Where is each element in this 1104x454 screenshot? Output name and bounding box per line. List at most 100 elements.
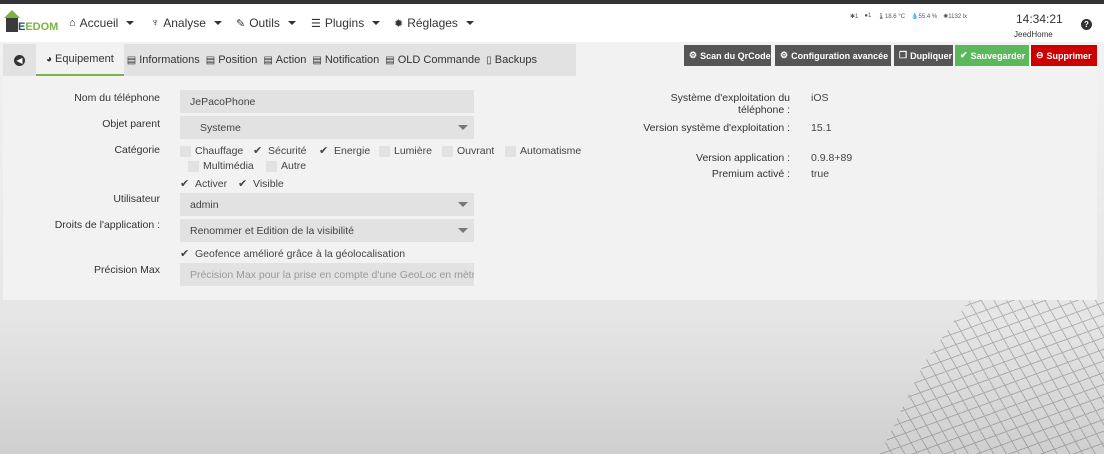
checkbox[interactable] xyxy=(188,160,199,172)
checkbox-label: Ouvrant xyxy=(457,145,495,157)
category-autre[interactable]: Autre xyxy=(266,160,306,172)
category-automatisme[interactable]: Automatisme xyxy=(505,145,581,157)
menu-label: Réglages xyxy=(407,16,458,30)
motion-icon: ✱1 xyxy=(850,14,859,20)
check-circle-icon: ✔ xyxy=(960,50,968,60)
name-input[interactable]: JePacoPhone xyxy=(180,90,474,113)
list-alt-icon: ▤ xyxy=(263,54,273,66)
precision-label: Précision Max xyxy=(94,264,160,276)
menu-label: Analyse xyxy=(163,16,206,30)
category-lumiere[interactable]: Lumière xyxy=(379,145,432,157)
category-label: Catégorie xyxy=(114,144,160,156)
clock: 14:34:21 xyxy=(1016,12,1063,26)
checkbox[interactable] xyxy=(505,145,516,157)
category-multimedia[interactable]: Multimédia xyxy=(188,160,254,172)
tab-label: Position xyxy=(218,54,258,66)
premium-label: Premium activé : xyxy=(711,168,790,180)
checkbox-label: Autre xyxy=(281,160,307,172)
menu-analyse[interactable]: ♆ Analyse xyxy=(151,4,222,42)
category-energie[interactable]: ✔ Energie xyxy=(319,145,370,157)
checkbox-label: Geofence amélioré grâce à la géolocalisa… xyxy=(195,248,406,260)
button-label: Dupliquer xyxy=(910,50,953,61)
cogs-icon: ⚙ xyxy=(689,50,698,60)
tab-label: Action xyxy=(275,54,307,66)
tab-old-commande[interactable]: ▤ OLD Commande xyxy=(382,44,483,76)
menu-accueil[interactable]: ⌂ Accueil xyxy=(69,4,135,42)
app-version-label: Version application : xyxy=(696,152,790,164)
humidity-icon: 💧55.4 % xyxy=(911,14,938,20)
check-icon[interactable]: ✔ xyxy=(253,145,264,157)
parent-label: Objet parent xyxy=(102,118,160,130)
home-icon: ⌂ xyxy=(69,17,76,29)
list-alt-icon: ▤ xyxy=(385,54,395,66)
delete-button[interactable]: ⊖ Supprimer xyxy=(1031,45,1097,66)
copy-icon: ❐ xyxy=(899,50,908,60)
checkbox[interactable] xyxy=(266,160,277,172)
parent-select[interactable]: Systeme xyxy=(180,116,474,139)
checkbox-label: Sécurité xyxy=(268,145,307,157)
menu-outils[interactable]: ✎ Outils xyxy=(236,4,296,42)
help-icon[interactable]: ? xyxy=(1081,19,1092,30)
arrow-left-icon: ◀ xyxy=(14,54,25,66)
tab-backups[interactable]: ▯ Backups xyxy=(483,44,540,76)
tab-bar: ◀ ◕ Equipement ▤ Informations ▤ Position ▤ A… xyxy=(3,44,576,76)
os-version-value: 15.1 xyxy=(811,122,832,134)
tab-equipement[interactable]: ◕ Equipement xyxy=(36,44,124,76)
scan-qrcode-button[interactable]: ⚙ Scan du QrCode xyxy=(684,45,771,66)
list-alt-icon: ▤ xyxy=(312,54,322,66)
tab-position[interactable]: ▤ Position xyxy=(203,44,261,76)
os-label: Système d'exploitation du téléphone : xyxy=(670,92,790,116)
back-button[interactable]: ◀ xyxy=(3,44,36,76)
check-icon[interactable]: ✔ xyxy=(319,145,330,157)
tab-action[interactable]: ▤ Action xyxy=(260,44,309,76)
os-version-label: Version système d'exploitation : xyxy=(643,122,790,134)
geofence-checkbox[interactable]: ✔ Geofence amélioré grâce à la géolocalis… xyxy=(180,248,405,260)
precision-input[interactable]: Précision Max pour la prise en compte d'… xyxy=(180,263,474,286)
checkbox[interactable] xyxy=(379,145,390,157)
tab-notification[interactable]: ▤ Notification xyxy=(309,44,382,76)
tab-informations[interactable]: ▤ Informations xyxy=(124,44,203,76)
user-label: Utilisateur xyxy=(113,193,160,205)
tab-label: Backups xyxy=(494,54,537,66)
checkbox-label: Activer xyxy=(195,178,228,190)
advanced-config-button[interactable]: ⚙ Configuration avancée xyxy=(775,45,891,66)
navbar: EEDOM ⌂ Accueil ♆ Analyse ✎ Outils ☰ Plugins… xyxy=(0,4,1104,42)
category-securite[interactable]: ✔ Sécurité xyxy=(253,145,307,157)
menu-label: Plugins xyxy=(324,16,365,30)
menu-label: Outils xyxy=(249,16,280,30)
checkbox-label: Multimédia xyxy=(203,160,254,172)
visible-checkbox[interactable]: ✔ Visible xyxy=(238,178,284,190)
checkbox[interactable] xyxy=(442,145,453,157)
tab-label: Equipement xyxy=(55,53,114,65)
activate-checkbox[interactable]: ✔ Activer xyxy=(180,178,227,190)
wrench-icon: ✎ xyxy=(236,17,246,30)
minus-circle-icon: ⊖ xyxy=(1036,50,1044,60)
duplicate-button[interactable]: ❐ Dupliquer xyxy=(894,45,953,66)
file-icon: ▯ xyxy=(486,54,492,66)
category-ouvrant[interactable]: Ouvrant xyxy=(442,145,494,157)
check-icon[interactable]: ✔ xyxy=(180,178,191,190)
tab-label: Notification xyxy=(324,54,380,66)
checkbox-label: Automatisme xyxy=(520,145,582,157)
checkbox[interactable] xyxy=(180,145,191,157)
menu-reglages[interactable]: ✹ Réglages xyxy=(394,4,474,42)
jeedom-logo[interactable]: EEDOM xyxy=(4,10,58,36)
button-label: Scan du QrCode xyxy=(700,50,771,61)
stethoscope-icon: ♆ xyxy=(151,17,160,29)
list-icon: ☰ xyxy=(311,17,321,30)
tab-label: OLD Commande xyxy=(397,54,481,66)
thermometer-icon: 🌡18.6 °C xyxy=(877,14,906,20)
check-icon[interactable]: ✔ xyxy=(180,248,191,260)
luminosity-icon: ✺1132 lx xyxy=(943,14,968,20)
save-button[interactable]: ✔ Sauvegarder xyxy=(955,45,1029,66)
user-select[interactable]: admin xyxy=(180,193,474,216)
hostname: JeedHome xyxy=(1014,30,1053,39)
check-icon[interactable]: ✔ xyxy=(238,178,249,190)
menu-plugins[interactable]: ☰ Plugins xyxy=(311,4,381,42)
gear-icon: ✹ xyxy=(394,17,404,30)
cogs-icon: ⚙ xyxy=(780,50,789,60)
checkbox-label: Chauffage xyxy=(195,145,244,157)
name-label: Nom du téléphone xyxy=(74,92,160,104)
category-chauffage[interactable]: Chauffage xyxy=(180,145,243,157)
rights-select[interactable]: Renommer et Edition de la visibilité xyxy=(180,219,474,242)
